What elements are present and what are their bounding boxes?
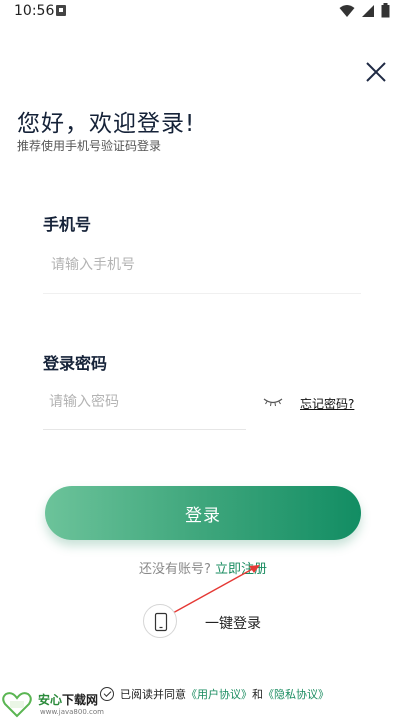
phone-label: 手机号: [43, 215, 92, 234]
password-label: 登录密码: [43, 354, 108, 373]
heart-logo-icon: [2, 692, 32, 718]
phone-input[interactable]: [51, 254, 351, 276]
one-key-login-label[interactable]: 一键登录: [205, 613, 261, 633]
privacy-agreement-link[interactable]: 《隐私协议》: [263, 686, 329, 702]
register-link[interactable]: 立即注册: [215, 562, 267, 577]
notification-app-icon: [56, 5, 66, 16]
phone-divider: [43, 293, 361, 294]
watermark-name-green: 安心: [38, 693, 63, 707]
login-button[interactable]: 登录: [45, 486, 361, 540]
forgot-password-link[interactable]: 忘记密码?: [300, 395, 354, 412]
agreement-and: 和: [252, 688, 263, 701]
mobile-phone-icon: [154, 612, 168, 632]
status-time: 10:56: [14, 3, 55, 19]
register-row: 还没有账号? 立即注册: [0, 558, 406, 577]
watermark-title: 安心下载网: [38, 691, 98, 708]
one-key-login-button[interactable]: [143, 604, 177, 638]
password-divider: [43, 429, 246, 430]
page-subtitle: 推荐使用手机号验证码登录: [17, 139, 162, 153]
watermark-logo: 安心下载网 www.java800.com: [2, 690, 112, 720]
page-title: 您好，欢迎登录!: [17, 111, 196, 137]
wifi-icon: [339, 4, 355, 17]
user-agreement-link[interactable]: 《用户协议》: [186, 686, 252, 702]
register-prompt: 还没有账号?: [138, 562, 211, 577]
agreement-row: 已阅读并同意 《用户协议》 和 《隐私协议》: [100, 686, 329, 702]
close-icon[interactable]: [364, 60, 388, 84]
status-bar: 10:56: [0, 0, 406, 24]
password-input[interactable]: [49, 391, 239, 413]
watermark-name-dark: 下载网: [62, 693, 99, 707]
agreement-prefix: 已阅读并同意: [120, 688, 186, 701]
eye-closed-icon[interactable]: [263, 396, 283, 408]
battery-icon: [381, 3, 390, 18]
signal-icon: [362, 4, 374, 17]
status-icons: [339, 3, 390, 18]
watermark-url: www.java800.com: [40, 708, 104, 716]
